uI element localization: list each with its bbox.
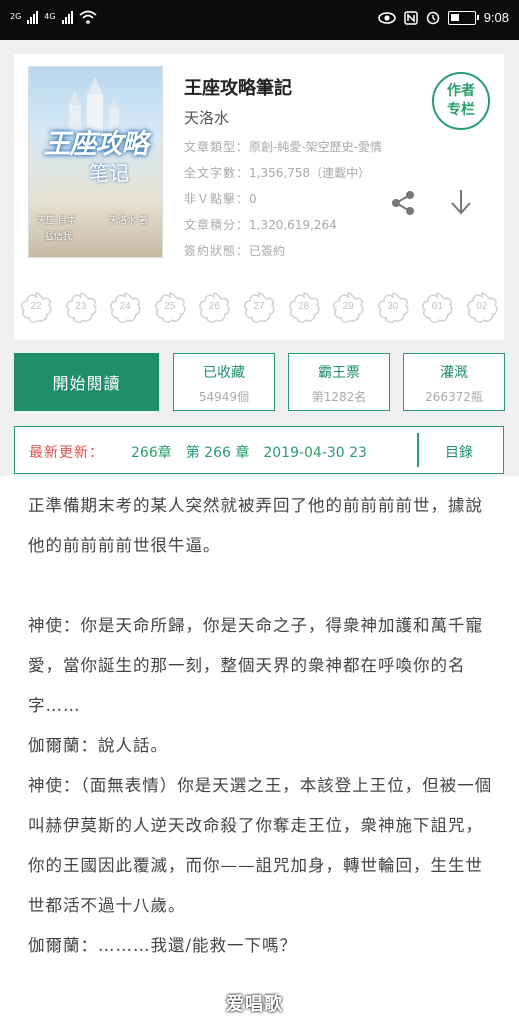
meta-word-count: 全文字數：1,356,758（連載中） [184, 166, 371, 180]
signal-icon [27, 10, 39, 24]
meta-score: 文章積分：1,320,619,264 [184, 218, 337, 232]
king-ticket-label: 霸王票 [318, 365, 360, 381]
collect-button[interactable]: 已收藏 54949個 [173, 353, 275, 411]
cover-subtitle: 笔记 [89, 161, 129, 185]
cover-credit: 猛信我 [45, 232, 73, 242]
latest-update-bar: 最新更新： 266章 第 266 章 2019-04-30 23 目錄 [14, 426, 504, 474]
watermark: 爱唱歌 [226, 994, 283, 1015]
wifi-icon [79, 10, 97, 24]
start-reading-button[interactable]: 開始閱讀 [14, 353, 159, 411]
book-author[interactable]: 天洛水 [184, 107, 229, 128]
daily-stamp[interactable]: 29 [330, 290, 366, 326]
description-paragraph: 神使：你是天命所歸，你是天命之子，得衆神加護和萬千寵愛，當你誕生的那一刻，整個天… [28, 616, 483, 715]
daily-stamp[interactable]: 26 [196, 290, 232, 326]
collect-count: 54949個 [198, 390, 250, 404]
network-type-2: 4G [44, 12, 56, 21]
description-paragraph: 伽爾蘭：………我還/能救一下嗎？ [28, 936, 298, 955]
share-icon[interactable] [390, 190, 416, 216]
eye-icon [377, 11, 396, 24]
latest-chapter-link[interactable]: 266章 第 266 章 2019-04-30 23 [131, 442, 407, 462]
author-column-label: 作者 [447, 83, 475, 99]
battery-icon [447, 10, 479, 25]
daily-stamp[interactable]: 01 [419, 290, 455, 326]
meta-type: 文章類型：原創-純愛-架空歷史-愛情 [184, 140, 383, 154]
daily-stamp[interactable]: 24 [107, 290, 143, 326]
author-column-label: 专栏 [447, 102, 475, 118]
irrigate-label: 灌溉 [440, 365, 468, 381]
daily-stamp-row: 22 23 24 25 26 27 28 29 30 01 02 [18, 290, 500, 326]
network-type-1: 2G [10, 12, 22, 21]
description-paragraph: 伽爾蘭：說人話。 [28, 736, 168, 755]
download-icon[interactable] [450, 188, 472, 216]
daily-stamp[interactable]: 28 [286, 290, 322, 326]
book-title: 王座攻略筆記 [184, 78, 292, 99]
daily-stamp[interactable]: 30 [375, 290, 411, 326]
king-ticket-button[interactable]: 霸王票 第1282名 [288, 353, 390, 411]
cover-author: 天洛水 著 [109, 216, 148, 226]
nfc-icon [403, 10, 418, 25]
meta-sign-status: 簽約狀態：已簽約 [184, 244, 286, 258]
table-of-contents-button[interactable]: 目錄 [445, 442, 473, 462]
irrigate-count: 266372瓶 [425, 390, 483, 404]
daily-stamp[interactable]: 23 [63, 290, 99, 326]
meta-clicks: 非Ｖ點擊：0 [184, 192, 257, 206]
king-ticket-rank: 第1282名 [311, 390, 367, 404]
book-info-card: 王座攻略 笔记 天座 目本 天洛水 著 猛信我 王座攻略筆記 天洛水 文章類型：… [14, 54, 504, 340]
book-cover[interactable]: 王座攻略 笔记 天座 目本 天洛水 著 猛信我 [28, 66, 163, 258]
book-description: 正準備期末考的某人突然就被弄回了他的前前前前世，據說他的前前前前世很牛逼。 神使… [28, 486, 498, 966]
cover-title: 王座攻略 [43, 129, 149, 160]
cover-credit: 天座 目本 [37, 216, 76, 226]
alarm-icon [426, 11, 439, 24]
signal-icon [61, 10, 73, 24]
divider [417, 433, 419, 467]
collect-label: 已收藏 [203, 365, 245, 381]
description-paragraph: 神使：（面無表情）你是天選之王，本該登上王位，但被一個叫赫伊莫斯的人逆天改命殺了… [28, 776, 493, 915]
daily-stamp[interactable]: 22 [18, 290, 54, 326]
status-bar: 2G 4G 9:08 [0, 0, 519, 40]
author-column-button[interactable]: 作者 专栏 [432, 72, 490, 130]
irrigate-button[interactable]: 灌溉 266372瓶 [403, 353, 505, 411]
clock: 9:08 [483, 10, 509, 25]
description-paragraph: 正準備期末考的某人突然就被弄回了他的前前前前世，據說他的前前前前世很牛逼。 [28, 496, 483, 555]
daily-stamp[interactable]: 25 [152, 290, 188, 326]
latest-update-label: 最新更新： [29, 445, 104, 461]
daily-stamp[interactable]: 02 [464, 290, 500, 326]
daily-stamp[interactable]: 27 [241, 290, 277, 326]
